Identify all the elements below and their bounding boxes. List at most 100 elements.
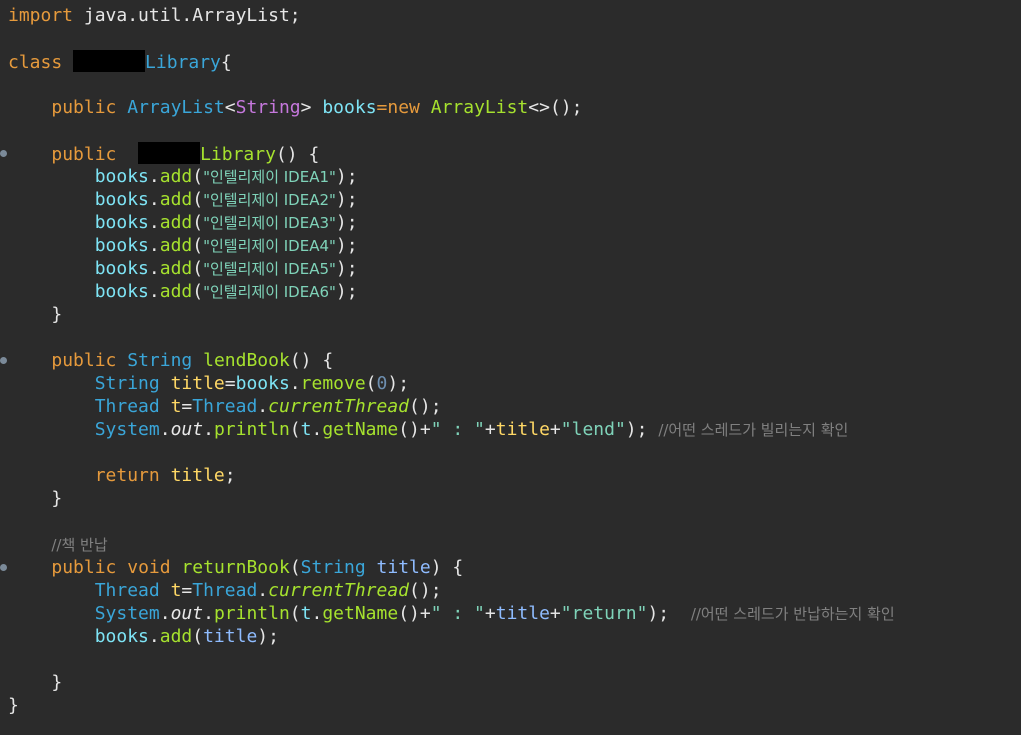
gutter-marker-icon[interactable] [0, 564, 7, 571]
constructor-name: Library [200, 144, 276, 165]
code-line-add: books.add("인텔리제이 IDEA1"); [94, 166, 358, 187]
string-literal: "lend" [560, 419, 626, 440]
string-literal: "인텔리제이 IDEA4" [203, 237, 336, 255]
gutter-marker-icon[interactable] [0, 150, 7, 157]
method-name: lendBook [203, 350, 290, 371]
method-call: remove [300, 373, 366, 394]
method-call: add [159, 212, 193, 233]
string-literal: "인텔리제이 IDEA2" [203, 191, 336, 209]
string-literal: " : " [430, 603, 485, 624]
static-method-call: currentThread [268, 580, 410, 601]
code-line-add: books.add("인텔리제이 IDEA2"); [94, 189, 358, 210]
code-line-return: return title; [94, 465, 236, 486]
code-line-add: books.add("인텔리제이 IDEA5"); [94, 258, 358, 279]
generic-type: String [235, 97, 301, 118]
type-name: Thread [192, 580, 258, 601]
field-name: books [322, 97, 377, 118]
method-call: add [159, 235, 193, 256]
parameter: title [203, 626, 258, 647]
string-literal: "인텔리제이 IDEA3" [203, 214, 336, 232]
string-literal: "return" [560, 603, 648, 624]
operator: < [224, 97, 236, 118]
field-ref: books [94, 235, 149, 256]
static-method-call: currentThread [268, 396, 410, 417]
method-call: println [213, 419, 290, 440]
punctuation: () { [275, 144, 320, 165]
method-call: println [213, 603, 290, 624]
code-editor[interactable]: import java.util.ArrayList; class Librar… [0, 0, 1021, 735]
brace: } [51, 672, 63, 693]
parameter: title [376, 557, 431, 578]
code-line-add: books.add(title); [94, 626, 279, 647]
variable: title [170, 465, 225, 486]
keyword: import [8, 5, 74, 26]
brace: } [51, 304, 63, 325]
redacted-block [138, 142, 201, 164]
method-call: add [159, 166, 193, 187]
code-line-println: System.out.println(t.getName()+" : "+tit… [94, 603, 895, 624]
field-ref: books [94, 166, 149, 187]
redacted-block [73, 50, 146, 72]
method-name: returnBook [181, 557, 290, 578]
method-call: add [159, 281, 193, 302]
constructor-call: ArrayList [430, 97, 529, 118]
method-call: getName [322, 603, 399, 624]
number-literal: 0 [376, 373, 388, 394]
brace: { [220, 52, 232, 73]
variable: title [495, 419, 550, 440]
type-name: Thread [192, 396, 258, 417]
static-field: out [170, 603, 204, 624]
code-line-thread: Thread t=Thread.currentThread(); [94, 396, 442, 417]
code-line-add: books.add("인텔리제이 IDEA4"); [94, 235, 358, 256]
keyword: void [127, 557, 171, 578]
gutter-marker-icon[interactable] [0, 357, 7, 364]
field-ref: books [235, 373, 290, 394]
code-line-import: import java.util.ArrayList; [8, 4, 301, 27]
parameter: title [495, 603, 550, 624]
code-line-close: } [8, 487, 62, 510]
operator: = [376, 97, 388, 118]
method-call: add [159, 626, 193, 647]
code-line-class-close: } [8, 694, 19, 717]
field-ref: books [94, 258, 149, 279]
code-line-comment: //책 반납 [8, 533, 107, 556]
string-literal: "인텔리제이 IDEA1" [203, 168, 336, 186]
keyword: public [51, 144, 117, 165]
keyword: public [51, 350, 117, 371]
type-name: Thread [94, 396, 160, 417]
keyword: public [51, 557, 117, 578]
operator: > [300, 97, 312, 118]
keyword: public [51, 97, 117, 118]
code-line-println: System.out.println(t.getName()+" : "+tit… [94, 419, 849, 440]
method-call: getName [322, 419, 399, 440]
brace: } [51, 488, 63, 509]
field-ref: books [94, 189, 149, 210]
code-line-lendbook: public String lendBook() { [0, 349, 333, 372]
static-field: out [170, 419, 204, 440]
type-name: Thread [94, 580, 160, 601]
code-line-returnbook: public void returnBook(String title) { [0, 556, 463, 579]
string-literal: "인텔리제이 IDEA5" [203, 260, 336, 278]
method-call: add [159, 189, 193, 210]
method-call: add [159, 258, 193, 279]
code-line-close: } [8, 671, 62, 694]
field-ref: books [94, 281, 149, 302]
code-line-add: books.add("인텔리제이 IDEA3"); [94, 212, 358, 233]
punctuation: <>(); [528, 97, 583, 118]
code-line-class: class Library{ [8, 50, 232, 73]
keyword: new [387, 97, 420, 118]
variable: t [300, 419, 312, 440]
package-name: java.util.ArrayList; [83, 5, 301, 26]
keyword: class [8, 52, 63, 73]
keyword: return [94, 465, 160, 486]
variable: t [170, 580, 182, 601]
type-name: String [94, 373, 160, 394]
comment: //어떤 스레드가 빌리는지 확인 [658, 421, 849, 439]
class-name: Library [145, 52, 221, 73]
string-literal: " : " [430, 419, 485, 440]
code-line-thread: Thread t=Thread.currentThread(); [94, 580, 442, 601]
code-line-add: books.add("인텔리제이 IDEA6"); [94, 281, 358, 302]
brace: } [8, 695, 19, 716]
type-name: System [94, 603, 160, 624]
string-literal: "인텔리제이 IDEA6" [203, 283, 336, 301]
